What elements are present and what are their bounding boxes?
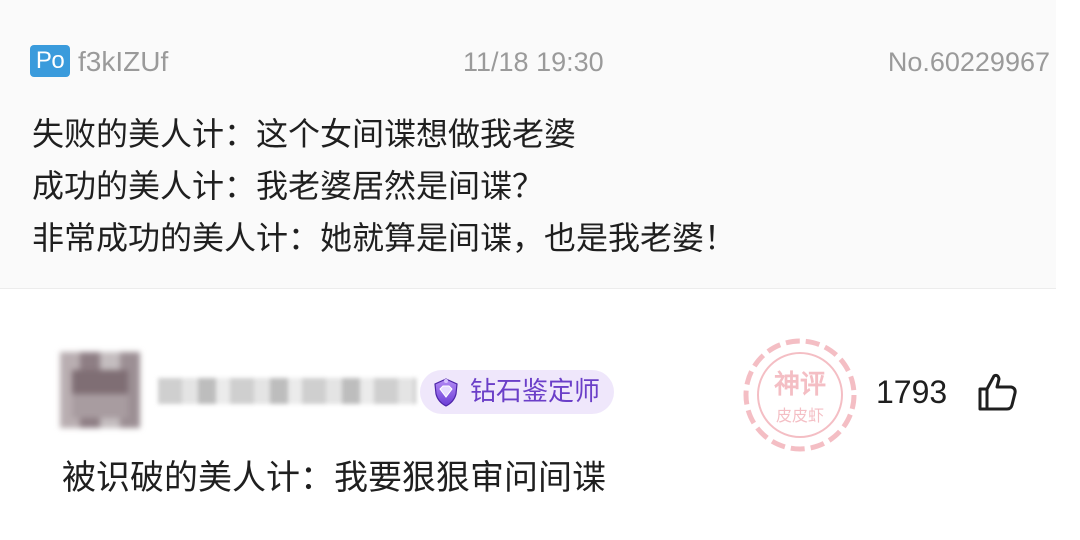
post-line: 成功的美人计：我老婆居然是间谍？ [32,167,545,205]
post-card: Po f3kIZUf 11/18 19:30 No.60229967 失败的美人… [0,0,1056,289]
post-body: 失败的美人计：这个女间谍想做我老婆 成功的美人计：我老婆居然是间谍？ 非常成功的… [32,108,1032,264]
watermark-bottom-text: 皮皮虾 [776,406,824,425]
post-username[interactable]: f3kIZUf [78,45,168,79]
post-number: No.60229967 [887,47,1050,77]
like-button[interactable] [976,370,1020,414]
comment-text: 被识破的美人计：我要狠狠审问间谍 [62,458,606,498]
level-badge-label: 钻石鉴定师 [470,377,601,407]
commenter-name-blurred[interactable] [158,378,416,404]
post-timestamp: 11/18 19:30 [463,47,604,77]
thumbs-up-icon [978,373,1017,411]
post-line: 失败的美人计：这个女间谍想做我老婆 [32,115,577,153]
commenter-avatar[interactable] [60,352,140,428]
po-badge: Po [30,45,70,77]
shenping-watermark: 神评 皮皮虾 [743,338,857,452]
level-badge[interactable]: 钻石鉴定师 [420,370,615,414]
diamond-shield-icon [434,378,458,407]
like-count: 1793 [876,374,948,410]
watermark-top-text: 神评 [774,370,826,400]
post-line: 非常成功的美人计：她就算是间谍，也是我老婆！ [32,219,737,257]
